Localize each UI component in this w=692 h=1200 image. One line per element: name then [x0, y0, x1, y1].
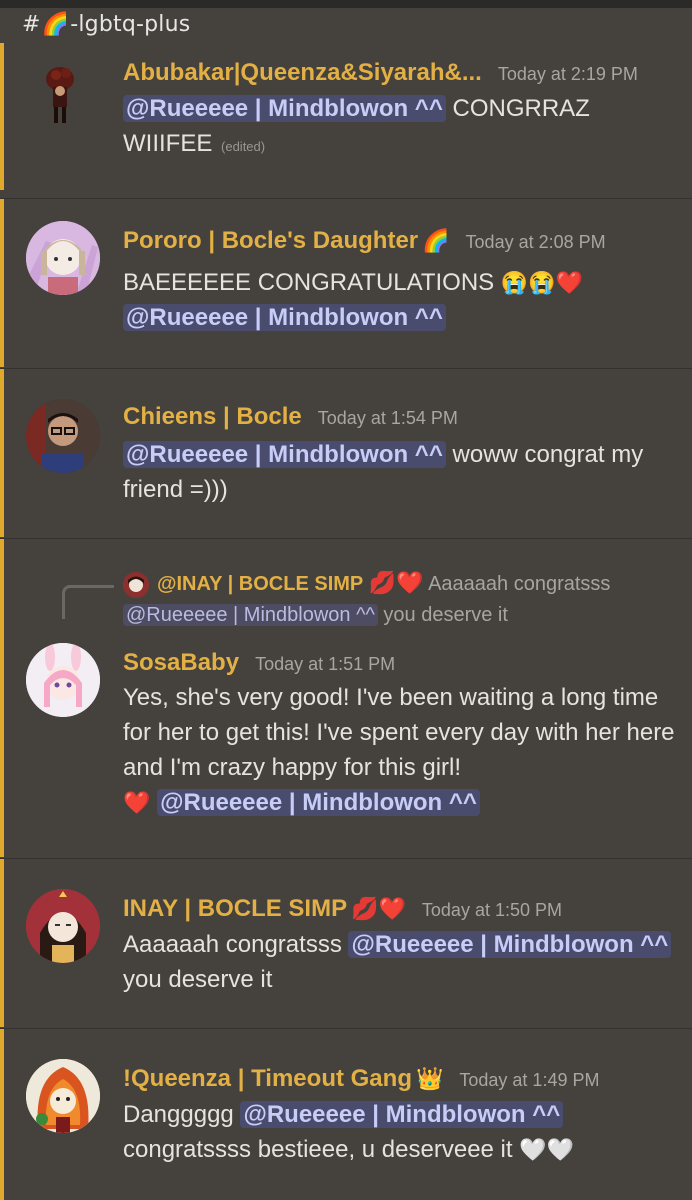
message-content: Yes, she's very good! I've been waiting … — [123, 680, 683, 820]
channel-hash-icon: # — [22, 11, 41, 37]
top-bar — [0, 0, 692, 8]
message-text: congratssss bestieee, u deserveee it — [123, 1136, 520, 1163]
message-item[interactable]: INAY | BOCLE SIMP 💋❤️ Today at 1:50 PM A… — [0, 859, 692, 1027]
reply-text: you deserve it — [377, 604, 508, 626]
rainbow-icon: 🌈 — [422, 229, 450, 254]
user-mention[interactable]: @Rueeeee | Mindblowon ^^ — [123, 95, 446, 122]
edited-label: (edited) — [221, 139, 266, 154]
avatar-flame-girl-icon — [26, 1059, 100, 1133]
rainbow-icon: 🌈 — [41, 11, 70, 37]
timestamp: Today at 1:49 PM — [459, 1070, 600, 1090]
username[interactable]: Pororo | Bocle's Daughter — [123, 227, 418, 255]
avatar[interactable] — [26, 221, 100, 295]
avatar[interactable] — [26, 399, 100, 473]
reply-text: Aaaaaah congratsss — [428, 573, 611, 595]
message-item[interactable]: Abubakar|Queenza&Siyarah&... Today at 2:… — [0, 43, 692, 190]
crying-heart-emoji-icon: 😭😭❤️ — [500, 270, 584, 295]
user-mention[interactable]: @Rueeeee | Mindblowon ^^ — [348, 931, 672, 958]
message-text: Danggggg — [123, 1101, 241, 1128]
avatar-girl-icon — [26, 889, 100, 963]
user-mention[interactable]: @Rueeeee | Mindblowon ^^ — [123, 441, 446, 468]
timestamp: Today at 2:19 PM — [497, 64, 638, 84]
kiss-heart-icon: 💋❤️ — [351, 897, 406, 922]
username[interactable]: Abubakar|Queenza&Siyarah&... — [123, 59, 482, 87]
reply-connector — [62, 585, 114, 619]
message-content: Danggggg @Rueeeee | Mindblowon ^^ congra… — [123, 1097, 683, 1167]
chat-page: # 🌈 -lgbtq-plus Abubakar|Queenza&Siyarah… — [0, 0, 692, 1200]
reply-preview[interactable]: @INAY | BOCLE SIMP 💋❤️ Aaaaaah congratss… — [123, 567, 683, 631]
timestamp: Today at 1:54 PM — [317, 408, 458, 428]
message-item[interactable]: @INAY | BOCLE SIMP 💋❤️ Aaaaaah congratss… — [0, 539, 692, 857]
avatar-girl-icon — [123, 571, 149, 598]
reply-username[interactable]: @INAY | BOCLE SIMP — [157, 573, 363, 595]
message-content: @Rueeeee | Mindblowon ^^ CONGRRAZ WIIIFE… — [123, 91, 683, 164]
reply-avatar[interactable] — [123, 571, 149, 598]
user-mention[interactable]: @Rueeeee | Mindblowon ^^ — [240, 1101, 564, 1128]
user-mention[interactable]: @Rueeeee | Mindblowon ^^ — [123, 304, 446, 331]
timestamp: Today at 1:50 PM — [421, 900, 562, 920]
message-content: @Rueeeee | Mindblowon ^^ woww congrat my… — [123, 437, 683, 507]
kiss-heart-icon: 💋❤️ — [368, 570, 424, 595]
timestamp: Today at 2:08 PM — [465, 232, 606, 252]
avatar[interactable] — [26, 1059, 100, 1133]
user-mention[interactable]: @Rueeeee | Mindblowon ^^ — [157, 789, 480, 816]
user-mention[interactable]: @Rueeeee | Mindblowon ^^ — [123, 604, 378, 626]
username[interactable]: Chieens | Bocle — [123, 403, 302, 431]
avatar[interactable] — [26, 57, 100, 131]
message-item[interactable]: Chieens | Bocle Today at 1:54 PM @Rueeee… — [0, 369, 692, 537]
message-item[interactable]: !Queenza | Timeout Gang 👑 Today at 1:49 … — [0, 1029, 692, 1200]
message-text: Yes, she's very good! I've been waiting … — [123, 684, 675, 781]
message-content: BAEEEEEE CONGRATULATIONS 😭😭❤️ @Rueeeee |… — [123, 265, 683, 335]
avatar[interactable] — [26, 889, 100, 963]
message-text: BAEEEEEE CONGRATULATIONS — [123, 269, 501, 296]
channel-header[interactable]: # 🌈 -lgbtq-plus — [22, 9, 190, 39]
username[interactable]: !Queenza | Timeout Gang — [123, 1065, 412, 1093]
message-text: you deserve it — [123, 966, 273, 993]
username[interactable]: SosaBaby — [123, 649, 239, 677]
heart-icon: ❤️ — [123, 790, 151, 815]
channel-name: -lgbtq-plus — [70, 11, 191, 37]
white-heart-icon: 🤍🤍 — [519, 1137, 575, 1162]
avatar[interactable] — [26, 643, 100, 717]
avatar-bunny-girl-icon — [26, 643, 100, 717]
message-item[interactable]: Pororo | Bocle's Daughter 🌈 Today at 2:0… — [0, 199, 692, 367]
avatar-photo-icon — [26, 399, 100, 473]
message-content: Aaaaaah congratsss @Rueeeee | Mindblowon… — [123, 927, 683, 997]
message-text: Aaaaaah congratsss — [123, 931, 349, 958]
timestamp: Today at 1:51 PM — [255, 654, 396, 674]
crown-icon: 👑 — [415, 1067, 444, 1092]
username[interactable]: INAY | BOCLE SIMP — [123, 895, 347, 923]
avatar-girl-icon — [26, 221, 100, 295]
avatar-figure-icon — [46, 67, 74, 123]
